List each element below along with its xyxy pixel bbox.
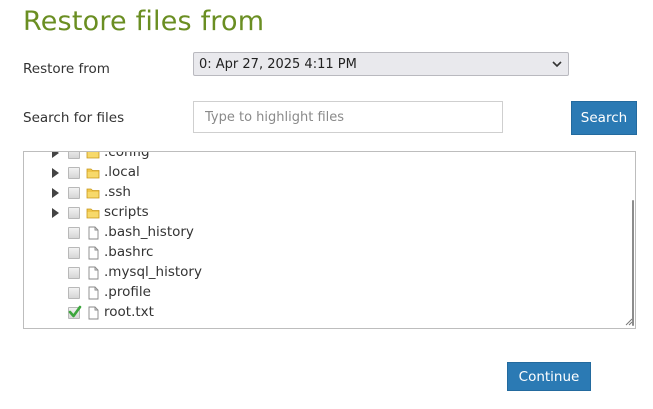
resize-grip-icon[interactable] xyxy=(625,318,633,326)
tree-item-checkbox[interactable] xyxy=(68,287,80,299)
expand-arrow-icon[interactable] xyxy=(52,152,59,158)
tree-item[interactable]: .bash_history xyxy=(24,223,635,243)
folder-icon xyxy=(86,208,100,219)
tree-item-label: .bash_history xyxy=(104,224,194,240)
tree-item-checkbox[interactable] xyxy=(68,227,80,239)
tree-item-checkbox[interactable] xyxy=(68,152,80,159)
restore-point-select[interactable]: 0: Apr 27, 2025 4:11 PM xyxy=(193,52,569,76)
search-button[interactable]: Search xyxy=(571,101,637,135)
tree-item[interactable]: .mysql_history xyxy=(24,263,635,283)
tree-item-checkbox[interactable] xyxy=(68,207,80,219)
tree-item[interactable]: scripts xyxy=(24,203,635,223)
tree-item-checkbox[interactable] xyxy=(68,247,80,259)
file-icon xyxy=(88,246,99,260)
folder-icon xyxy=(86,188,100,199)
search-input[interactable] xyxy=(193,101,503,133)
tree-item-label: .profile xyxy=(104,284,151,300)
folder-icon xyxy=(86,168,100,179)
file-tree[interactable]: .config .local .ssh scripts .bash_history .ba… xyxy=(23,151,636,329)
tree-item-label: scripts xyxy=(104,204,149,220)
file-icon xyxy=(88,226,99,240)
page-title: Restore files from xyxy=(23,6,265,37)
tree-item-checkbox[interactable] xyxy=(68,167,80,179)
tree-item-checkbox[interactable] xyxy=(68,267,80,279)
checkmark-icon xyxy=(68,305,82,318)
chevron-down-icon xyxy=(552,61,562,68)
restore-point-value: 0: Apr 27, 2025 4:11 PM xyxy=(199,57,357,72)
file-icon xyxy=(88,286,99,300)
tree-item-label: .mysql_history xyxy=(104,264,202,280)
tree-item[interactable]: .config xyxy=(24,151,635,163)
tree-item-label: root.txt xyxy=(104,304,154,320)
restore-from-label: Restore from xyxy=(23,61,110,77)
file-icon xyxy=(88,266,99,280)
folder-icon xyxy=(86,152,100,159)
tree-item[interactable]: .profile xyxy=(24,283,635,303)
tree-item[interactable]: .ssh xyxy=(24,183,635,203)
tree-item[interactable]: root.txt xyxy=(24,303,635,323)
tree-item-checkbox[interactable] xyxy=(68,305,82,319)
tree-item[interactable]: .local xyxy=(24,163,635,183)
tree-item-label: .config xyxy=(104,151,150,160)
tree-item-label: .bashrc xyxy=(104,244,154,260)
tree-item[interactable]: .bashrc xyxy=(24,243,635,263)
expand-arrow-icon[interactable] xyxy=(52,208,59,218)
file-icon xyxy=(88,306,99,320)
expand-arrow-icon[interactable] xyxy=(52,188,59,198)
expand-arrow-icon[interactable] xyxy=(52,168,59,178)
tree-item-label: .ssh xyxy=(104,184,131,200)
tree-item-label: .local xyxy=(104,164,140,180)
tree-scrollbar[interactable] xyxy=(632,200,634,326)
continue-button[interactable]: Continue xyxy=(507,362,591,391)
search-for-files-label: Search for files xyxy=(23,110,125,126)
tree-item-checkbox[interactable] xyxy=(68,187,80,199)
